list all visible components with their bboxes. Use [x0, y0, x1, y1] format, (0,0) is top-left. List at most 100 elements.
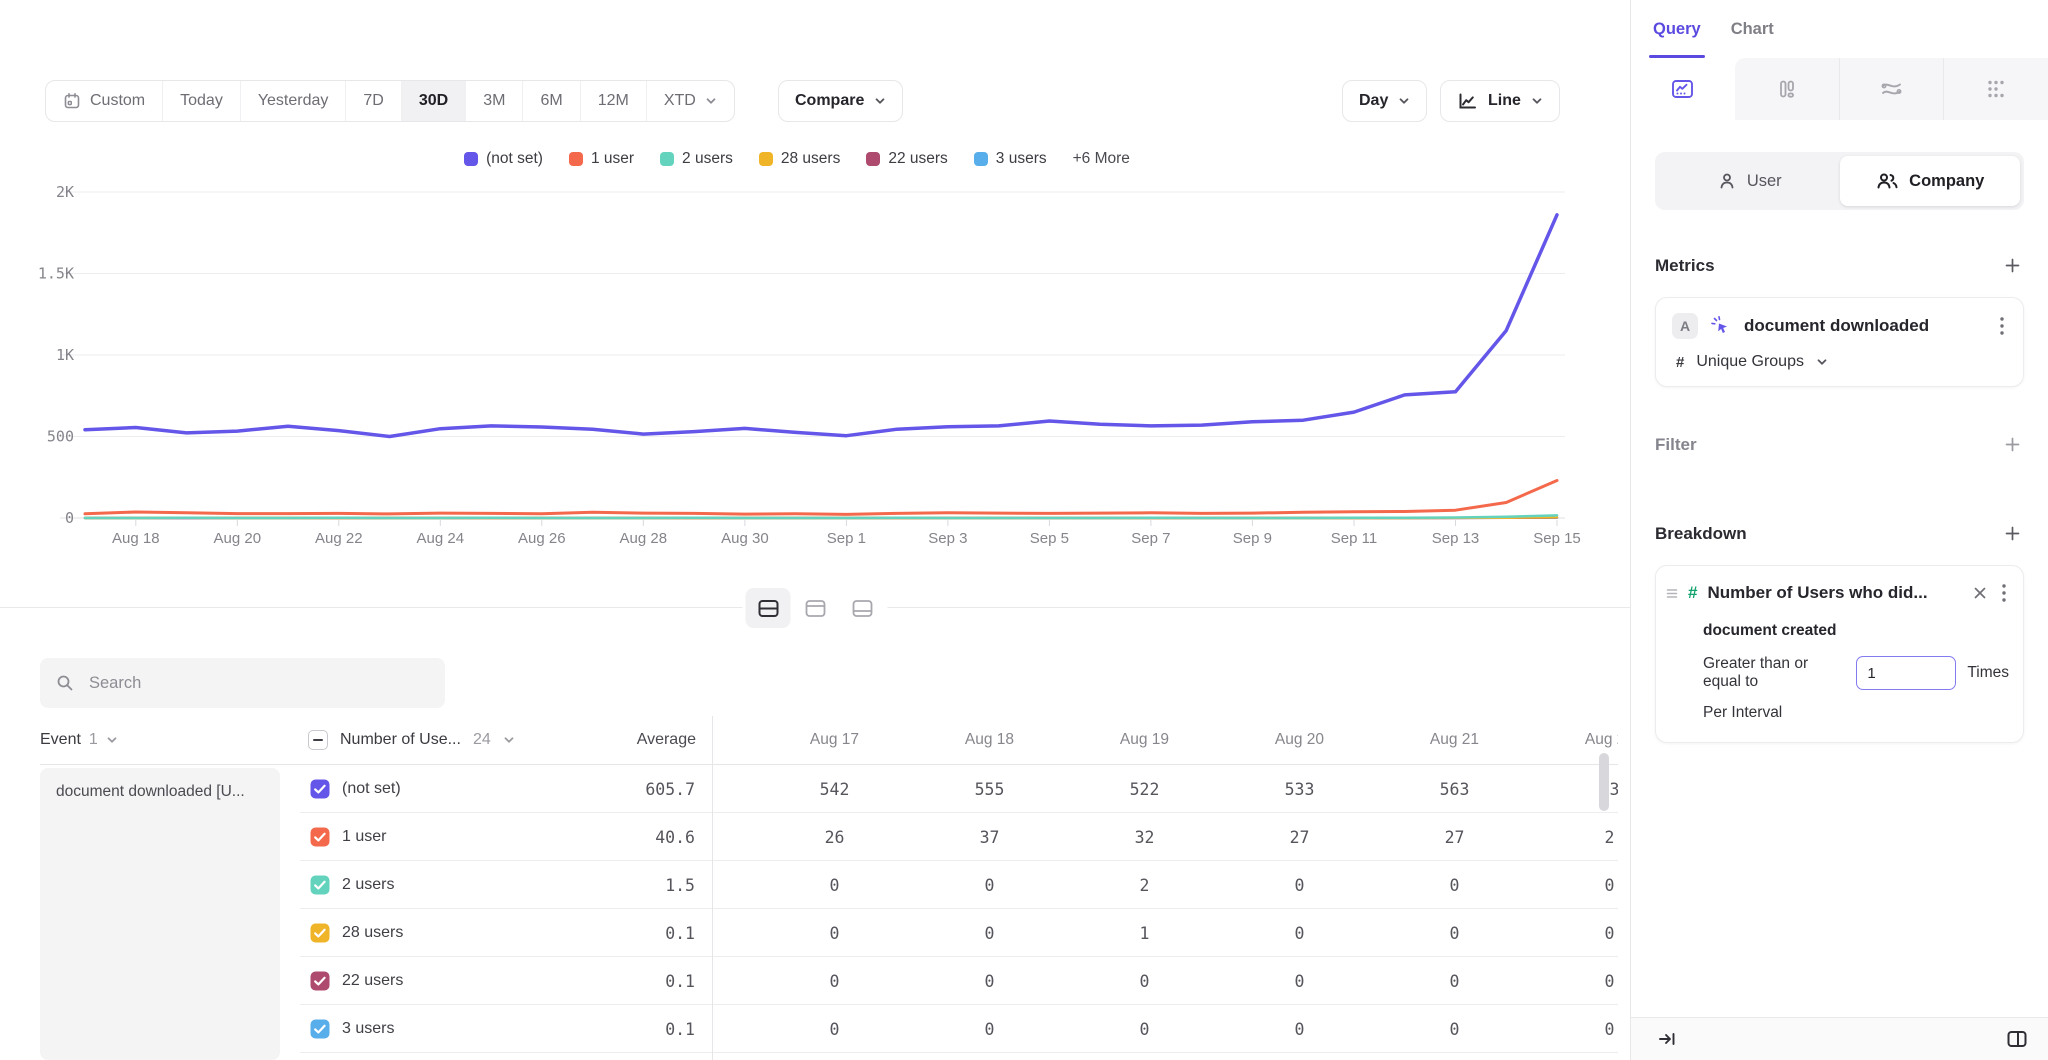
- chart-type-strip: [1631, 58, 2048, 120]
- average-column-header: Average: [460, 716, 696, 764]
- range-yesterday[interactable]: Yesterday: [240, 81, 346, 121]
- table-row: 2 users1.5002000: [0, 861, 1630, 909]
- toggle-sidebar-button[interactable]: [2004, 1027, 2030, 1051]
- user-icon: [1717, 171, 1737, 191]
- chart-type-line-chart-button[interactable]: [1631, 58, 1735, 120]
- metric-kebab-menu[interactable]: [1997, 314, 2007, 338]
- breakdown-condition-unit: Times: [1967, 664, 2009, 682]
- interval-label: Day: [1359, 92, 1388, 110]
- breakdown-event-name[interactable]: document created: [1703, 622, 2009, 640]
- search-input[interactable]: [87, 673, 429, 694]
- event-count: 1: [89, 731, 98, 749]
- date-column-header: Aug 21: [1377, 716, 1532, 764]
- value-cell: 0: [912, 1005, 1067, 1053]
- table-row: 22 users0.1000000: [0, 957, 1630, 1005]
- svg-text:2K: 2K: [56, 183, 74, 201]
- layout-toggle-group: [743, 585, 888, 631]
- breakdown-kebab-menu[interactable]: [1999, 581, 2009, 605]
- row-checkbox[interactable]: [310, 971, 330, 991]
- aggregation-label: Unique Groups: [1696, 353, 1804, 371]
- value-cell: 0: [1377, 909, 1532, 957]
- layout-toggle-top-panel[interactable]: [793, 588, 838, 628]
- svg-text:Sep 9: Sep 9: [1233, 530, 1272, 547]
- range-7d[interactable]: 7D: [345, 81, 400, 121]
- kebab-icon: [1999, 316, 2005, 336]
- value-cell: 32: [1067, 813, 1222, 861]
- tab-query[interactable]: Query: [1653, 0, 1701, 58]
- add-filter-button[interactable]: [2001, 433, 2024, 456]
- value-cell: 0: [757, 861, 912, 909]
- range-today[interactable]: Today: [162, 81, 240, 121]
- range-xtd[interactable]: XTD: [646, 81, 734, 121]
- plus-icon: [2005, 526, 2020, 541]
- remove-breakdown-button[interactable]: [1971, 584, 1989, 602]
- breakdown-interval-label: Per Interval: [1703, 704, 2009, 722]
- compare-button[interactable]: Compare: [778, 80, 903, 122]
- metric-letter-badge: A: [1672, 313, 1698, 339]
- scope-user[interactable]: User: [1659, 156, 1840, 206]
- row-average: 1.5: [460, 861, 695, 909]
- chart-type-dot-grid-button[interactable]: [1943, 58, 2048, 120]
- scope-toggle: UserCompany: [1655, 152, 2024, 210]
- aggregation-symbol: #: [1676, 354, 1684, 371]
- calendar-icon: [63, 92, 81, 110]
- range-12m[interactable]: 12M: [580, 81, 646, 121]
- value-cell: 0: [1067, 1005, 1222, 1053]
- event-click-icon: [1710, 315, 1732, 337]
- breakdown-title[interactable]: Number of Users who did...: [1707, 583, 1961, 603]
- layout-toggle-bottom-panel[interactable]: [840, 588, 885, 628]
- add-breakdown-button[interactable]: [2001, 522, 2024, 545]
- select-all-checkbox[interactable]: [308, 730, 328, 750]
- row-average: 0.1: [460, 1005, 695, 1053]
- chart-type-bar-chart-button[interactable]: [1735, 58, 1839, 120]
- layout-toggle-split-view[interactable]: [746, 588, 791, 628]
- metrics-heading: Metrics: [1655, 256, 1715, 276]
- value-cell: 0: [1067, 957, 1222, 1005]
- svg-text:Aug 30: Aug 30: [721, 530, 769, 547]
- row-label: 3 users: [342, 1005, 394, 1053]
- value-cell: 0: [912, 861, 1067, 909]
- plus-icon: [2005, 258, 2020, 273]
- metric-event-name[interactable]: document downloaded: [1744, 316, 1985, 336]
- bottom-panel-icon: [851, 599, 873, 618]
- row-label: 22 users: [342, 957, 403, 1005]
- value-cell: 0: [1532, 957, 1618, 1005]
- chevron-down-icon: [106, 734, 118, 746]
- scope-company[interactable]: Company: [1840, 156, 2021, 206]
- metric-card: A document downloaded # Unique Groups: [1655, 297, 2024, 387]
- metric-aggregation[interactable]: # Unique Groups: [1672, 353, 2007, 371]
- row-checkbox[interactable]: [310, 827, 330, 847]
- interval-button[interactable]: Day: [1342, 80, 1427, 122]
- date-column-header: Aug 17: [757, 716, 912, 764]
- value-cell: 542: [757, 765, 912, 813]
- row-checkbox[interactable]: [310, 875, 330, 895]
- chart-style-button[interactable]: Line: [1440, 80, 1560, 122]
- tab-chart[interactable]: Chart: [1731, 0, 1774, 58]
- add-metric-button[interactable]: [2001, 254, 2024, 277]
- value-cell: 2: [1532, 813, 1618, 861]
- value-cell: 533: [1222, 765, 1377, 813]
- value-cell: 0: [1377, 861, 1532, 909]
- row-label: (not set): [342, 765, 401, 813]
- value-cell: 1: [1067, 909, 1222, 957]
- collapse-panel-button[interactable]: [1655, 1027, 1679, 1051]
- svg-text:Sep 1: Sep 1: [827, 530, 866, 547]
- row-checkbox[interactable]: [310, 923, 330, 943]
- range-custom[interactable]: Custom: [46, 81, 162, 121]
- event-column-header[interactable]: Event 1: [40, 716, 118, 764]
- row-checkbox[interactable]: [310, 779, 330, 799]
- panel-tabs: Query Chart: [1631, 0, 2048, 58]
- breakdown-threshold-input[interactable]: [1856, 656, 1956, 690]
- row-checkbox[interactable]: [310, 1019, 330, 1039]
- svg-text:Sep 13: Sep 13: [1432, 530, 1480, 547]
- chevron-down-icon: [705, 95, 717, 107]
- range-3m[interactable]: 3M: [465, 81, 522, 121]
- drag-handle-icon[interactable]: [1666, 587, 1678, 599]
- line-chart-icon: [1670, 77, 1695, 101]
- table-scrollbar[interactable]: [1599, 753, 1609, 811]
- panel-footer: [1631, 1017, 2048, 1060]
- range-6m[interactable]: 6M: [522, 81, 579, 121]
- range-30d[interactable]: 30D: [401, 81, 465, 121]
- chevron-down-icon: [874, 95, 886, 107]
- chart-type-stream-chart-button[interactable]: [1839, 58, 1944, 120]
